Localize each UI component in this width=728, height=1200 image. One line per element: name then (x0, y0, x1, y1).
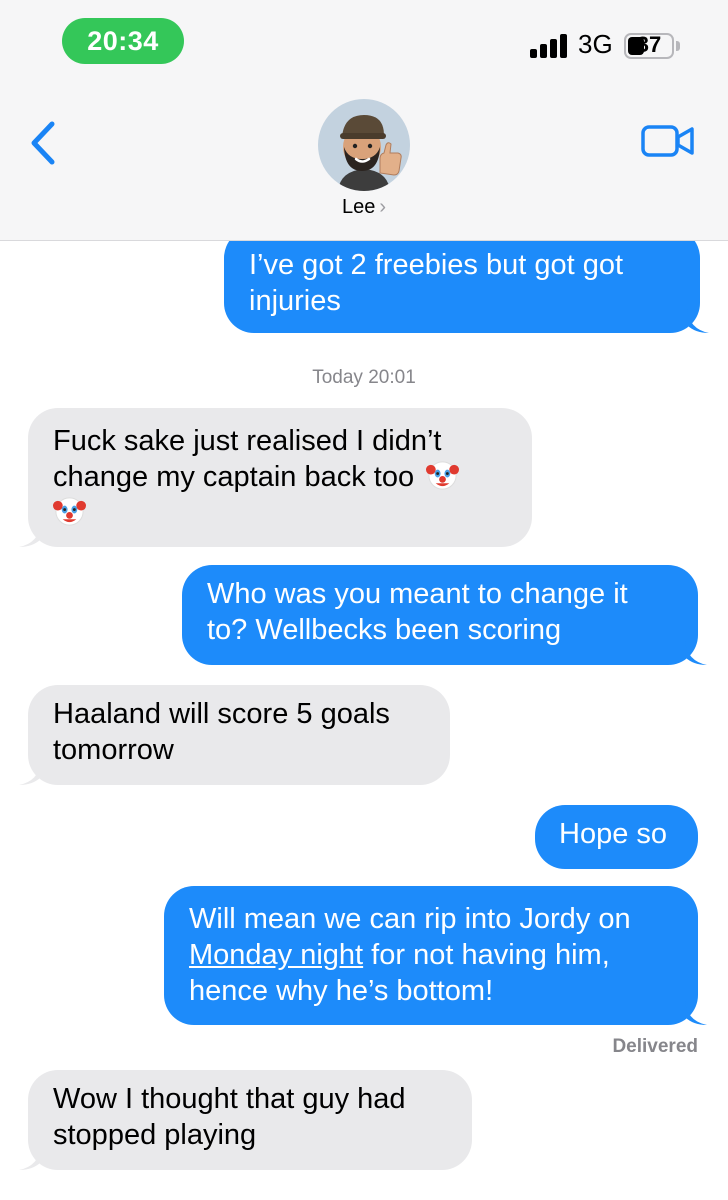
chevron-right-icon: › (379, 196, 387, 218)
bubble-tail (19, 523, 41, 547)
bubble-tail (685, 641, 707, 665)
chevron-left-icon (31, 121, 55, 165)
message-bubble-incoming[interactable]: Haaland will score 5 goals tomorrow (19, 685, 450, 785)
video-camera-icon (641, 125, 694, 157)
bubble-tail (19, 1146, 41, 1170)
battery-tip (676, 41, 680, 51)
contact-avatar[interactable] (318, 99, 410, 191)
bubble-tail (685, 1001, 707, 1025)
contact-name-button[interactable]: Lee › (0, 196, 728, 219)
message-bubble-outgoing[interactable]: I’ve got 2 freebies but got got injuries (224, 228, 709, 333)
bubble-tail (687, 309, 709, 333)
message-text: Wow I thought that guy had (53, 1083, 406, 1115)
message-text: hence why he’s bottom! (189, 975, 494, 1007)
message-bubble-outgoing[interactable]: Hope so (535, 805, 698, 869)
date-link[interactable]: Monday night (189, 939, 363, 971)
contact-name: Lee (341, 196, 376, 218)
status-time[interactable]: 20:34 (62, 18, 184, 64)
message-bubble-outgoing[interactable]: Will mean we can rip into Jordy on Monda… (164, 886, 707, 1025)
cellular-signal-icon (530, 32, 570, 58)
back-button[interactable] (24, 118, 64, 168)
message-text: tomorrow (53, 734, 174, 766)
bubble-tail (19, 761, 41, 785)
message-text: Haaland will score 5 goals (53, 698, 390, 730)
clown-face-emoji-icon (53, 497, 86, 526)
message-text: to? Wellbecks been scoring (207, 614, 562, 646)
message-bubble-outgoing[interactable]: Who was you meant to change it to? Wellb… (182, 565, 707, 665)
message-text: injuries (249, 285, 341, 317)
clown-face-emoji-icon (426, 461, 460, 490)
message-text: Fuck sake just realised I didn’t (53, 425, 442, 457)
delivered-status: Delivered (612, 1036, 698, 1057)
network-type: 3G (578, 29, 613, 59)
message-text: Will mean we can rip into Jordy on (189, 903, 631, 935)
message-bubble-incoming[interactable]: Wow I thought that guy had stopped playi… (19, 1070, 472, 1170)
conversation-header: 20:34 3G 37 Lee › (0, 0, 728, 241)
message-text: Who was you meant to change it (207, 578, 628, 610)
message-text: change my captain back too (53, 461, 415, 493)
facetime-video-button[interactable] (640, 121, 696, 161)
message-text: Hope so (559, 818, 668, 850)
battery-icon: 37 (624, 32, 674, 59)
battery-level: 37 (636, 32, 662, 57)
message-text: for not having him, (363, 939, 610, 971)
memoji-avatar-icon (338, 115, 402, 191)
message-text: I’ve got 2 freebies but got got (249, 249, 624, 281)
conversation-timestamp: Today 20:01 (312, 367, 416, 388)
message-bubble-incoming[interactable]: Fuck sake just realised I didn’t change … (19, 408, 532, 547)
message-text: stopped playing (53, 1119, 257, 1151)
